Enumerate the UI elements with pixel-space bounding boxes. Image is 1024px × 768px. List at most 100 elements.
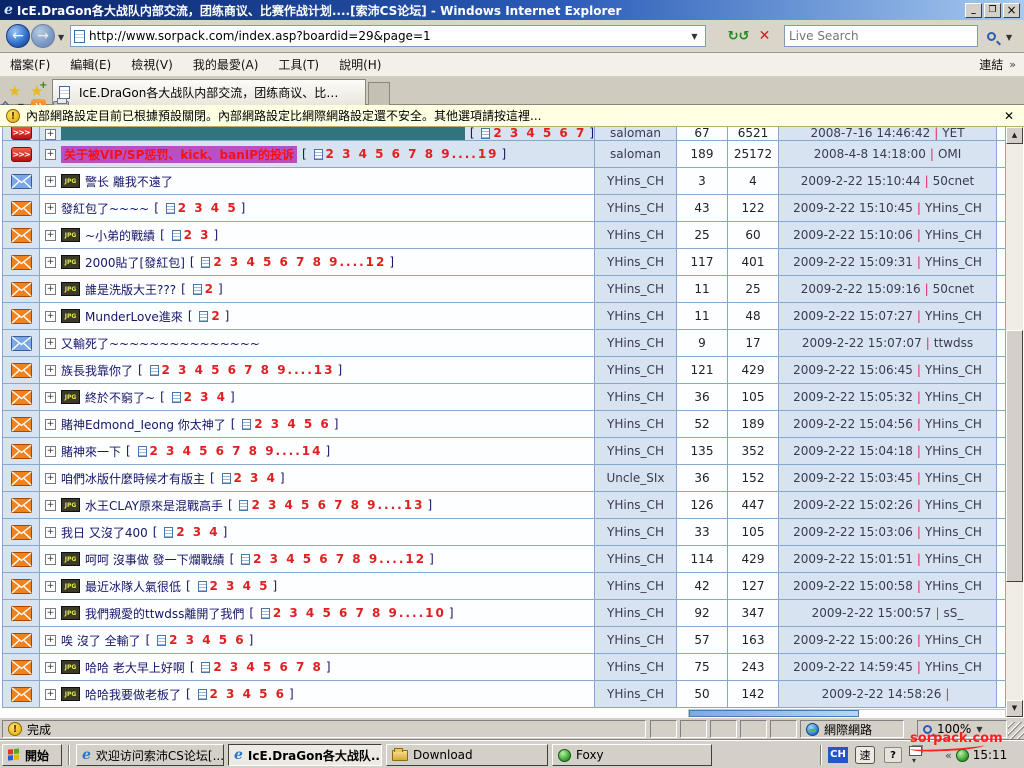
language-indicator[interactable]: CH xyxy=(828,747,848,763)
thread-title[interactable]: 我們親愛的ttwdss離開了我們 xyxy=(85,605,244,622)
history-dropdown[interactable]: ▼ xyxy=(58,33,64,42)
expand-plus-icon[interactable] xyxy=(45,527,56,538)
thread-title[interactable]: MunderLove進來 xyxy=(85,308,183,325)
search-options-dropdown[interactable]: ▼ xyxy=(1006,33,1012,42)
vertical-scrollbar[interactable]: ▲ ▼ xyxy=(1006,127,1023,717)
restore-button[interactable] xyxy=(984,3,1001,18)
stop-button[interactable]: ✕ xyxy=(754,25,775,47)
thread-pages[interactable]: [ 2 3 4 5 6 7 8 9....12 ] xyxy=(230,552,434,566)
thread-title[interactable]: 唉 沒了 全輸了 xyxy=(61,632,141,649)
expand-plus-icon[interactable] xyxy=(45,203,56,214)
task-foxy[interactable]: Foxy xyxy=(552,744,712,766)
page-links[interactable]: 2 3 xyxy=(184,228,211,242)
expand-plus-icon[interactable] xyxy=(45,149,56,160)
thread-title[interactable]: ~小弟的戰績 xyxy=(85,227,155,244)
page-links[interactable]: 2 3 4 5 6 xyxy=(254,417,330,431)
expand-plus-icon[interactable] xyxy=(45,284,56,295)
thread-title[interactable]: 終於不窮了~ xyxy=(85,389,155,406)
tab-active[interactable]: IcE.DraGon各大战队内部交流，团练商议、比赛作... xyxy=(52,79,366,105)
thread-pages[interactable]: [ 2 3 4 5 6 7 8 9....12 ] xyxy=(190,255,394,269)
thread-pages[interactable]: [ 2 3 4 5 ] xyxy=(186,579,277,593)
thread-pages[interactable]: [ 2 ] xyxy=(188,309,230,323)
expand-plus-icon[interactable] xyxy=(45,554,56,565)
expand-plus-icon[interactable] xyxy=(45,365,56,376)
page-links[interactable]: 2 3 4 5 xyxy=(210,579,270,593)
thread-title[interactable]: 我日 又沒了400 xyxy=(61,524,148,541)
thread-title[interactable]: 發紅包了~~~~ xyxy=(61,200,149,217)
thread-title[interactable]: 賭神Edmond_Ieong 你太神了 xyxy=(61,416,226,433)
new-tab-stub[interactable] xyxy=(368,82,390,105)
security-info-bar[interactable]: ! 內部網路設定目前已根據預設關閉。內部網路設定比網際網路設定還不安全。其他選項… xyxy=(0,105,1024,127)
scroll-down-icon[interactable]: ▼ xyxy=(1006,700,1023,717)
page-links[interactable]: 2 3 4 5 6 7 8 xyxy=(213,660,323,674)
menu-view[interactable]: 檢視(V) xyxy=(121,56,183,73)
thread-pages[interactable]: [ 2 3 4 5 6 7 8 9....19 ] xyxy=(302,147,506,161)
page-links[interactable]: 2 3 4 5 6 7 8 9....19 xyxy=(326,147,499,161)
page-links[interactable]: 2 3 4 5 6 7 8 9....10 xyxy=(273,606,446,620)
page-links[interactable]: 2 3 4 5 6 7 8 9....13 xyxy=(162,363,335,377)
page-links[interactable]: 2 3 4 5 6 7 xyxy=(493,127,586,140)
page-links[interactable]: 2 3 4 xyxy=(234,471,277,485)
menu-favorites[interactable]: 我的最愛(A) xyxy=(183,56,269,73)
thread-title[interactable] xyxy=(61,127,465,140)
page-links[interactable]: 2 3 4 5 6 xyxy=(169,633,245,647)
thread-title[interactable]: 哈哈 老大早上好啊 xyxy=(85,659,185,676)
thread-pages[interactable]: [ 2 3 4 5 6 7 8 9....13 ] xyxy=(138,363,342,377)
links-toolbar-label[interactable]: 連結 xyxy=(979,56,1003,73)
page-links[interactable]: 2 3 4 5 6 7 8 9....12 xyxy=(253,552,426,566)
page-links[interactable]: 2 3 4 5 xyxy=(178,201,238,215)
forward-button[interactable]: → xyxy=(31,24,55,48)
expand-plus-icon[interactable] xyxy=(45,581,56,592)
thread-title[interactable]: 賭神來一下 xyxy=(61,443,121,460)
add-favorite-icon[interactable]: ★ xyxy=(30,82,43,100)
info-bar-close-icon[interactable]: ✕ xyxy=(1004,109,1018,123)
page-links[interactable]: 2 3 4 5 6 xyxy=(210,687,286,701)
search-input[interactable] xyxy=(785,29,977,43)
close-button[interactable] xyxy=(1003,3,1020,18)
start-button[interactable]: 開始 xyxy=(2,744,62,766)
thread-title[interactable]: 警长 離我不遠了 xyxy=(85,173,173,190)
thread-pages[interactable]: [ 2 3 4 5 6 7 8 9....13 ] xyxy=(228,498,432,512)
page-links[interactable]: 2 xyxy=(211,309,221,323)
task-welcome-forum[interactable]: e 欢迎访问索沛CS论坛[... xyxy=(76,744,224,766)
page-links[interactable]: 2 xyxy=(205,282,215,296)
expand-plus-icon[interactable] xyxy=(45,392,56,403)
expand-plus-icon[interactable] xyxy=(45,446,56,457)
expand-plus-icon[interactable] xyxy=(45,473,56,484)
page-links[interactable]: 2 3 4 xyxy=(184,390,227,404)
expand-plus-icon[interactable] xyxy=(45,635,56,646)
thread-pages[interactable]: [ 2 3 4 5 6 ] xyxy=(146,633,254,647)
expand-plus-icon[interactable] xyxy=(45,176,56,187)
page-links[interactable]: 2 3 4 5 6 7 8 9....13 xyxy=(251,498,424,512)
thread-title[interactable]: 关于被VIP/SP惩罚、kick、banIP的投诉 xyxy=(61,146,297,163)
task-ice-dragon[interactable]: e IcE.DraGon各大战队... xyxy=(228,744,382,766)
expand-plus-icon[interactable] xyxy=(45,662,56,673)
address-dropdown[interactable]: ▼ xyxy=(684,25,705,47)
refresh-button[interactable]: ↻↺ xyxy=(728,25,749,47)
thread-pages[interactable]: [ 2 3 4 5 6 7 8 9....14 ] xyxy=(126,444,330,458)
thread-pages[interactable]: [ 2 3 4 ] xyxy=(153,525,228,539)
menu-edit[interactable]: 編輯(E) xyxy=(60,56,121,73)
thread-pages[interactable]: [ 2 3 ] xyxy=(160,228,218,242)
menu-file[interactable]: 檔案(F) xyxy=(0,56,60,73)
scroll-up-icon[interactable]: ▲ xyxy=(1006,127,1023,144)
page-links[interactable]: 2 3 4 5 6 7 8 9....12 xyxy=(213,255,386,269)
thread-pages[interactable]: [ 2 3 4 ] xyxy=(210,471,285,485)
thread-title[interactable]: 族長我靠你了 xyxy=(61,362,133,379)
horizontal-scrollbar-thumb[interactable] xyxy=(689,710,859,717)
back-button[interactable]: ← xyxy=(6,24,30,48)
links-overflow-chevron-icon[interactable]: » xyxy=(1009,58,1016,71)
thread-pages[interactable]: [ 2 3 4 5 6 ] xyxy=(231,417,339,431)
thread-pages[interactable]: [ 2 3 4 5 6 7 8 9....10 ] xyxy=(249,606,453,620)
menu-help[interactable]: 說明(H) xyxy=(329,56,391,73)
expand-plus-icon[interactable] xyxy=(45,338,56,349)
expand-plus-icon[interactable] xyxy=(45,419,56,430)
thread-title[interactable]: 呵呵 沒事做 發一下爛戰績 xyxy=(85,551,225,568)
ime-icon[interactable]: 速 xyxy=(855,746,875,764)
expand-plus-icon[interactable] xyxy=(45,311,56,322)
expand-plus-icon[interactable] xyxy=(45,689,56,700)
expand-plus-icon[interactable] xyxy=(45,129,56,140)
favorites-star-icon[interactable]: ★ xyxy=(8,82,21,100)
page-links[interactable]: 2 3 4 5 6 7 8 9....14 xyxy=(150,444,323,458)
thread-title[interactable]: 水王CLAY原來是混戰高手 xyxy=(85,497,223,514)
